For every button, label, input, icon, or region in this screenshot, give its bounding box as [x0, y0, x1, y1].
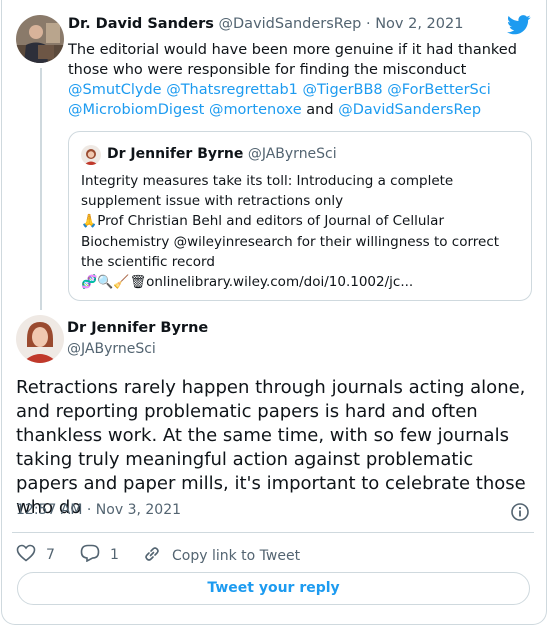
copy-link-label[interactable]: Copy link to Tweet	[172, 548, 300, 564]
mention-link[interactable]: @ForBetterSci	[387, 82, 490, 98]
quoted-header: Dr Jennifer Byrne @JAByrneSci	[107, 146, 337, 162]
avatar-david-sanders[interactable]	[16, 15, 64, 63]
tweet-your-reply-button[interactable]: Tweet your reply	[17, 572, 530, 605]
quoted-line-2-text: Prof Christian Behl and editors of Journ…	[81, 213, 500, 270]
and-word: and	[306, 102, 334, 118]
quoted-tweet-card[interactable]: Dr Jennifer Byrne @JAByrneSci Integrity …	[68, 131, 532, 301]
info-icon[interactable]	[510, 502, 530, 526]
reply-author-name[interactable]: Dr. David Sanders	[68, 16, 214, 32]
reply-tweet-text: The editorial would have been more genui…	[68, 40, 533, 120]
reply-action[interactable]: 1	[80, 544, 119, 566]
reply-count: 1	[110, 547, 119, 563]
mention-link[interactable]: @mortenoxe	[209, 102, 302, 118]
reply-date[interactable]: Nov 2, 2021	[375, 16, 463, 32]
like-action[interactable]: 7	[16, 544, 55, 566]
mention-link[interactable]: @DavidSandersRep	[338, 102, 481, 118]
actions-divider	[12, 532, 534, 533]
main-tweet-text: Retractions rarely happen through journa…	[16, 377, 526, 518]
quoted-link[interactable]: onlinelibrary.wiley.com/doi/10.1002/jc..…	[146, 274, 413, 290]
like-count: 7	[46, 547, 55, 563]
quoted-author-name: Dr Jennifer Byrne	[107, 146, 244, 162]
wastebasket-icon: 🗑	[129, 275, 147, 290]
avatar-jennifer-byrne-small	[81, 145, 101, 165]
heart-icon[interactable]	[16, 544, 36, 566]
mention-link[interactable]: @Thatsregrettab1	[166, 82, 298, 98]
dna-icon: 🧬	[81, 275, 98, 290]
reply-text-intro: The editorial would have been more genui…	[68, 42, 517, 78]
thread-connector-line	[40, 68, 42, 310]
quoted-author-handle: @JAByrneSci	[247, 146, 337, 162]
quoted-tweet-text: Integrity measures take its toll: Introd…	[81, 171, 521, 293]
quoted-line-3: 🧬🔍🧹🗑onlinelibrary.wiley.com/doi/10.1002/…	[81, 272, 521, 293]
link-icon[interactable]	[142, 544, 162, 568]
reply-author-handle[interactable]: @DavidSandersRep	[219, 16, 362, 32]
mention-link[interactable]: @SmutClyde	[68, 82, 162, 98]
quoted-line-2: 🙏Prof Christian Behl and editors of Jour…	[81, 211, 521, 272]
avatar-jennifer-byrne[interactable]	[16, 315, 64, 363]
mention-link[interactable]: @MicrobiomDigest	[68, 102, 204, 118]
broom-icon: 🧹	[113, 275, 130, 290]
twitter-bird-icon[interactable]	[507, 15, 531, 39]
copy-link-action[interactable]: Copy link to Tweet	[142, 544, 300, 568]
reply-header: Dr. David Sanders @DavidSandersRep · Nov…	[68, 16, 463, 32]
reply-bubble-icon[interactable]	[80, 544, 100, 566]
pray-icon: 🙏	[81, 214, 98, 229]
mention-link[interactable]: @TigerBB8	[303, 82, 383, 98]
main-tweet-timestamp[interactable]: 12:57 AM · Nov 3, 2021	[16, 502, 181, 518]
quoted-line-1: Integrity measures take its toll: Introd…	[81, 173, 454, 209]
main-author-handle[interactable]: @JAByrneSci	[67, 341, 156, 357]
dot-separator: ·	[365, 16, 371, 32]
main-author-name[interactable]: Dr Jennifer Byrne	[67, 320, 208, 336]
magnifier-icon: 🔍	[97, 275, 114, 290]
